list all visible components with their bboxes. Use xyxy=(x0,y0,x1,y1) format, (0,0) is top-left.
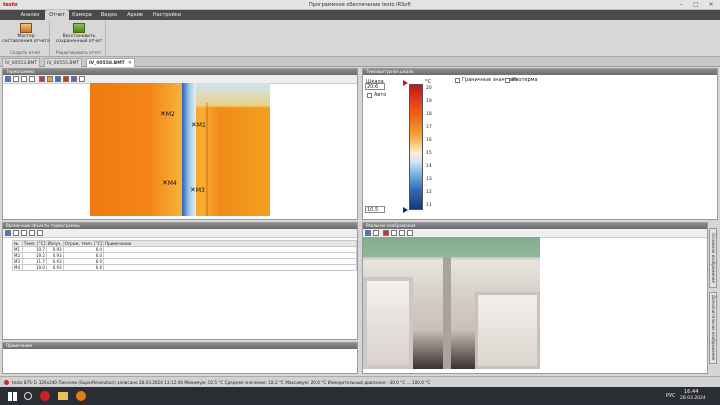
real-photo[interactable] xyxy=(363,237,540,369)
minimize-icon[interactable]: – xyxy=(676,1,686,9)
scale-max-field[interactable]: 20.6 xyxy=(365,83,385,90)
doc-tab[interactable]: IV_00553.BMT xyxy=(2,58,41,67)
scale-tick: 20 xyxy=(426,86,432,91)
print-icon[interactable] xyxy=(399,230,405,236)
notes-panel: Примечание xyxy=(2,342,358,374)
restore-report-button[interactable]: Восстановить сохраненный отчет xyxy=(55,22,103,46)
side-tab-main-image[interactable]: Основное изображение xyxy=(709,228,717,288)
window-title: Программное обеспечение testo IRSoft xyxy=(309,2,411,8)
scale-tick: 17 xyxy=(426,125,432,130)
measurement-panel: Временные объекты термограммы № Темп. [°… xyxy=(2,222,358,340)
open-icon[interactable] xyxy=(13,76,19,82)
doc-tab-active[interactable]: IV_00558.BMT ✕ xyxy=(86,58,135,67)
hotspot-icon[interactable] xyxy=(47,76,53,82)
auto-checkbox[interactable] xyxy=(367,93,372,98)
scale-tick: 12 xyxy=(426,190,432,195)
language-indicator[interactable]: РУС xyxy=(666,393,676,399)
measurement-table: № Темп. [°C] Излуч. Отраж. темп. [°C] Пр… xyxy=(12,240,357,271)
report-wizard-button[interactable]: Мастер составления отчета xyxy=(2,22,50,46)
settings-icon[interactable] xyxy=(29,230,35,236)
add-icon[interactable] xyxy=(13,230,19,236)
copy-icon[interactable] xyxy=(21,76,27,82)
marker-m3[interactable]: ✕M3 xyxy=(190,187,205,195)
camera-icon xyxy=(4,380,9,385)
scale-tick: 11 xyxy=(426,203,432,208)
auto-label: Авто xyxy=(374,92,387,98)
status-bar: testo 875-1i 320x240 Пиксели (SuperResol… xyxy=(0,376,720,387)
scale-tick: 19 xyxy=(426,99,432,104)
area-icon[interactable] xyxy=(71,76,77,82)
tab-settings[interactable]: Настройки xyxy=(150,10,184,20)
clock-time[interactable]: 16:44 xyxy=(684,389,698,395)
min-slider-icon[interactable] xyxy=(403,207,408,213)
tab-report[interactable]: Отчет xyxy=(45,10,69,20)
irsoft-icon[interactable] xyxy=(76,391,86,401)
scale-tick: 13 xyxy=(426,177,432,182)
close-tab-icon[interactable]: ✕ xyxy=(128,59,132,68)
ribbon-group-edit: Восстановить сохраненный отчет Редактиро… xyxy=(52,21,106,55)
scale-tick: 14 xyxy=(426,164,432,169)
search-icon[interactable] xyxy=(24,392,32,400)
scale-min-field[interactable]: 10.5 xyxy=(365,206,385,213)
ribbon-group-label: Редактировать отчет xyxy=(55,50,102,55)
coldspot-icon[interactable] xyxy=(55,76,61,82)
limits-checkbox[interactable] xyxy=(455,78,460,83)
marker-m1[interactable]: ✕M1 xyxy=(191,122,206,130)
side-tab-extra-image[interactable]: Дополнительное изображение xyxy=(709,292,717,364)
color-scale-bar[interactable] xyxy=(409,84,423,210)
export-icon[interactable] xyxy=(37,230,43,236)
restore-report-icon xyxy=(73,23,85,33)
print-icon[interactable] xyxy=(29,76,35,82)
doc-tab[interactable]: IV_00555.BMT xyxy=(44,58,83,67)
copy-icon[interactable] xyxy=(391,230,397,236)
tab-archive[interactable]: Архив xyxy=(124,10,146,20)
document-tabs: IV_00553.BMT IV_00555.BMT IV_00558.BMT ✕ xyxy=(0,57,720,67)
menu-bar: Анализ Отчет Камера Видео Архив Настройк… xyxy=(0,10,720,20)
maximize-icon[interactable]: □ xyxy=(691,1,701,9)
notes-textarea[interactable] xyxy=(4,350,356,372)
marker-m2[interactable]: ✕M2 xyxy=(160,111,175,119)
max-slider-icon[interactable] xyxy=(403,80,408,86)
report-wizard-icon xyxy=(20,23,32,33)
scale-unit: °C xyxy=(425,79,431,85)
line-icon[interactable] xyxy=(63,76,69,82)
clock-date[interactable]: 28.03.2024 xyxy=(680,396,706,401)
panel-header: Температурная шкала xyxy=(363,69,717,75)
start-icon[interactable] xyxy=(8,392,17,401)
save-icon[interactable] xyxy=(365,230,371,236)
scale-tick: 15 xyxy=(426,151,432,156)
browser-icon[interactable] xyxy=(40,391,50,401)
thermal-image[interactable]: ✕M2 ✕M1 ✕M4 ✕M3 xyxy=(90,83,270,216)
marker-icon[interactable] xyxy=(39,76,45,82)
taskbar: РУС 16:44 28.03.2024 xyxy=(0,387,720,405)
tab-camera[interactable]: Камера xyxy=(70,10,94,20)
close-icon[interactable]: ✕ xyxy=(706,1,716,9)
scale-tick: 18 xyxy=(426,112,432,117)
explorer-icon[interactable] xyxy=(58,392,68,400)
measurement-toolbar xyxy=(3,229,357,238)
save-icon[interactable] xyxy=(5,230,11,236)
marker-m4[interactable]: ✕M4 xyxy=(162,180,177,188)
ribbon-group-create: Мастер составления отчета Создать отчет xyxy=(2,21,50,55)
save-icon[interactable] xyxy=(5,76,11,82)
tab-analysis[interactable]: Анализ xyxy=(16,10,44,20)
zoom-icon[interactable] xyxy=(79,76,85,82)
overlay-icon[interactable] xyxy=(407,230,413,236)
marker-icon[interactable] xyxy=(383,230,389,236)
title-bar: testo Программное обеспечение testo IRSo… xyxy=(0,0,720,10)
open-icon[interactable] xyxy=(373,230,379,236)
isotherm-checkbox[interactable] xyxy=(505,78,510,83)
scale-tick: 16 xyxy=(426,138,432,143)
ribbon-group-label: Создать отчет xyxy=(10,50,41,55)
table-row[interactable]: M4 19.0 0.93 6.0 xyxy=(12,264,357,271)
tab-video[interactable]: Видео xyxy=(98,10,120,20)
ribbon: Мастер составления отчета Создать отчет … xyxy=(0,20,720,57)
cold-seam xyxy=(182,83,196,216)
isotherm-label: Изотерма xyxy=(512,77,538,83)
panel-header: Примечание xyxy=(3,343,357,349)
delete-icon[interactable] xyxy=(21,230,27,236)
